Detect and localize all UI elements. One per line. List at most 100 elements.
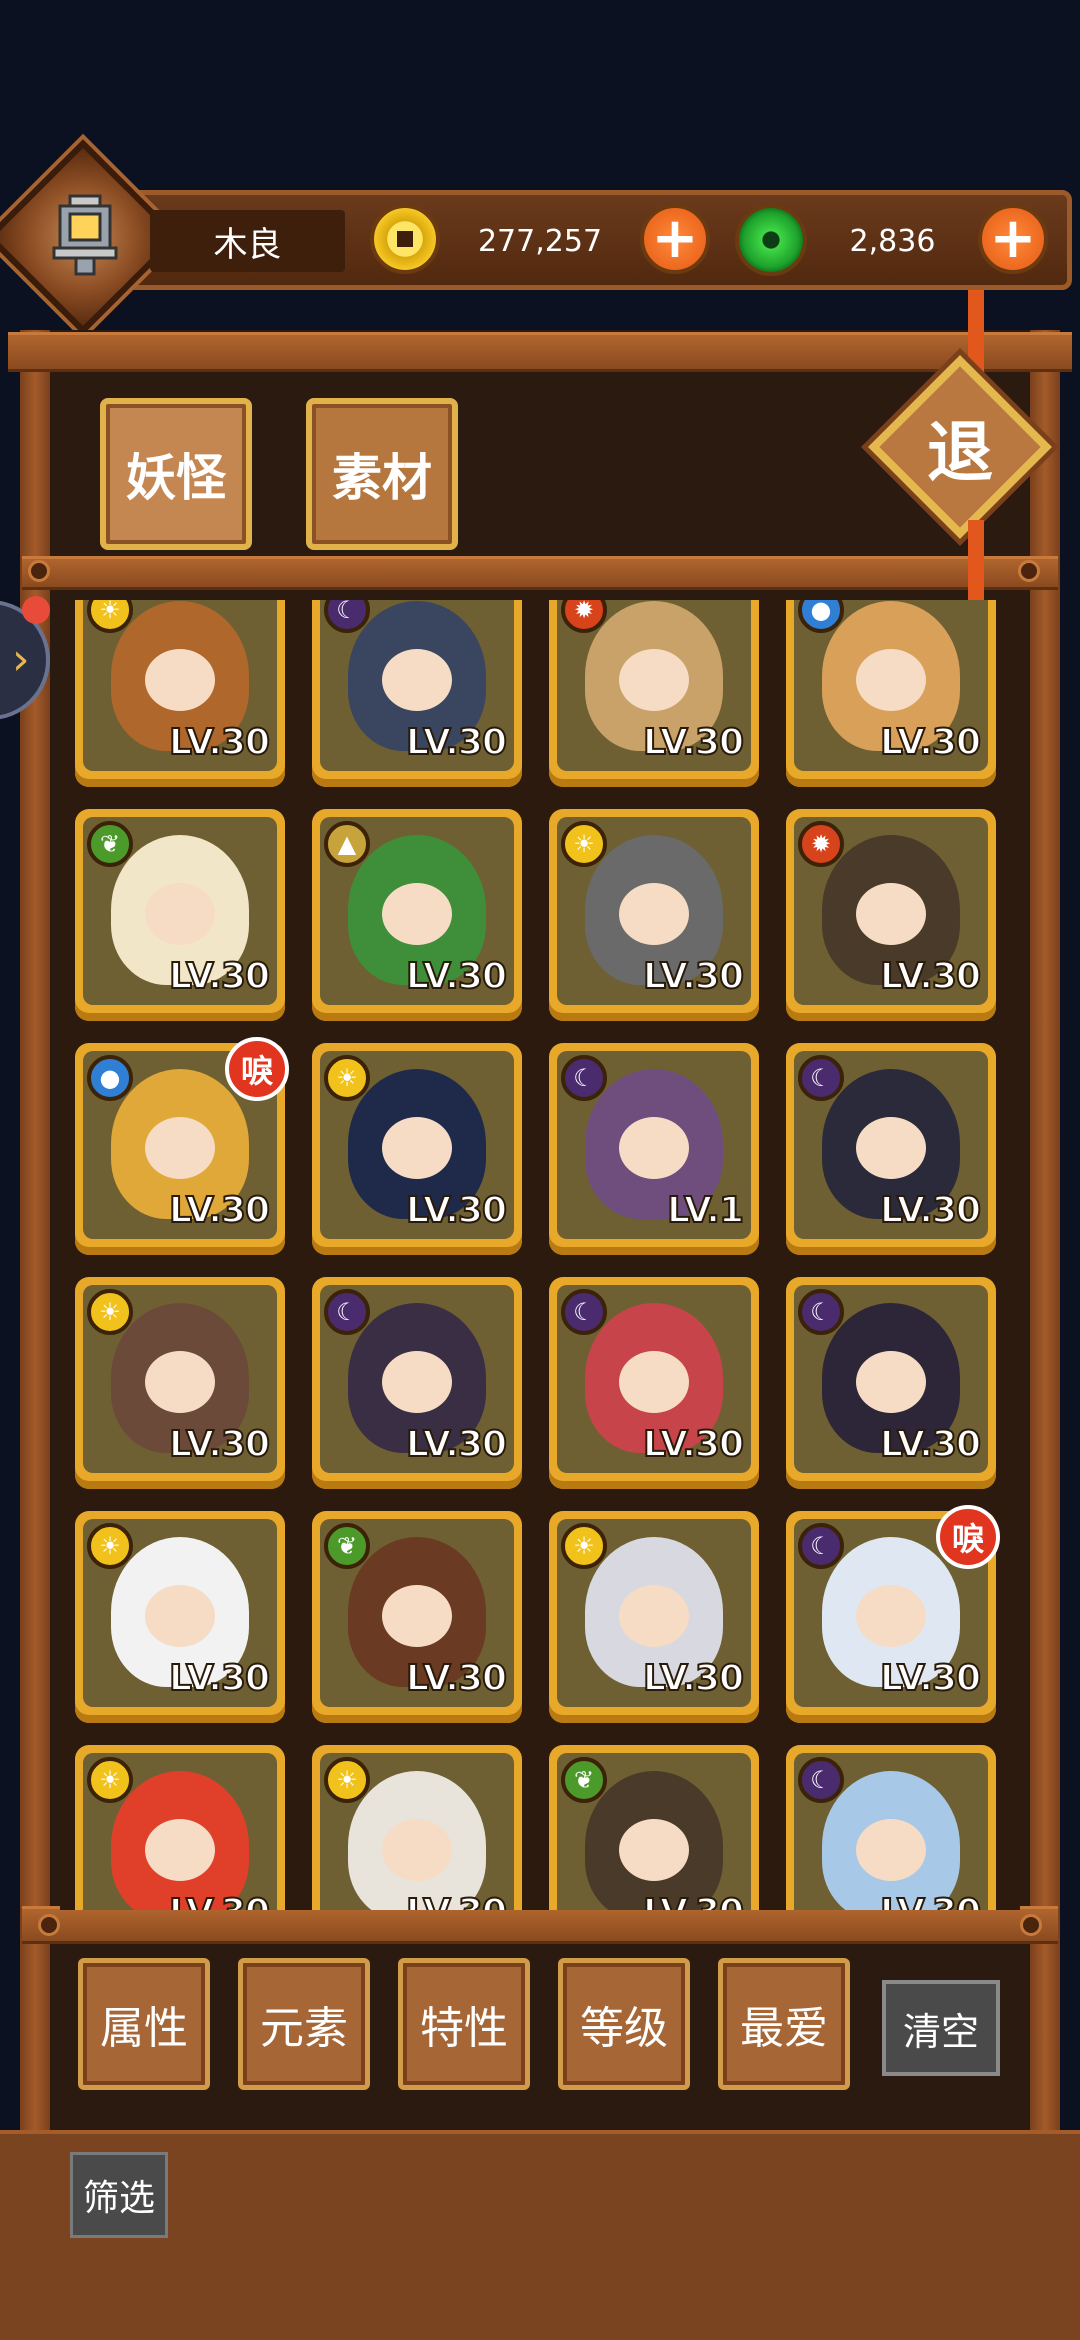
monster-level: LV.30 (642, 955, 745, 998)
moon-element-icon: ☾ (798, 1055, 844, 1101)
sun-element-icon: ☀ (324, 1757, 370, 1803)
monster-card[interactable]: ☀LV.30 (312, 1745, 522, 1910)
monster-card-inner: ☀LV.30 (83, 600, 277, 771)
monster-card[interactable]: ✹ LV.30 (549, 600, 759, 787)
filter-trait-button[interactable]: 特性 (398, 1958, 530, 2090)
monster-card-inner: ☾ LV.30 (794, 1753, 988, 1910)
add-jade-button[interactable]: + (978, 204, 1048, 274)
monster-portrait (822, 1771, 960, 1910)
monster-card-inner: ▲ LV.30 (320, 817, 514, 1005)
monster-card-inner: ✹ LV.30 (557, 600, 751, 771)
bolt (28, 560, 50, 582)
sun-element-icon: ☀ (324, 1055, 370, 1101)
monster-card-inner: ☾LV.30 (557, 1285, 751, 1473)
monster-level: LV.30 (879, 955, 982, 998)
monster-card-inner: ☀ LV.30 (320, 1051, 514, 1239)
monster-portrait (111, 1771, 249, 1910)
filter-favorite-button[interactable]: 最爱 (718, 1958, 850, 2090)
monster-level: LV.30 (405, 1189, 508, 1232)
monster-card-inner: ✹ LV.30 (794, 817, 988, 1005)
monster-level: LV.30 (879, 721, 982, 764)
player-name: 木良 (150, 210, 345, 272)
monster-card[interactable]: ● LV.30 唳 (75, 1037, 289, 1255)
sun-element-icon: ☀ (87, 1757, 133, 1803)
wood-element-icon: ❦ (87, 821, 133, 867)
fire-element-icon: ✹ (798, 821, 844, 867)
filter-element-button[interactable]: 元素 (238, 1958, 370, 2090)
monster-card[interactable]: ☀ LV.30 (312, 1043, 522, 1255)
monster-card-inner: ☾ LV.30 (794, 1051, 988, 1239)
add-coins-button[interactable]: + (640, 204, 710, 274)
new-badge: 唳 (936, 1505, 1000, 1569)
monster-level: LV.30 (879, 1657, 982, 1700)
monster-card[interactable]: ▲ LV.30 (312, 809, 522, 1021)
sun-element-icon: ☀ (87, 1523, 133, 1569)
monster-card-inner: ❦ LV.30 (83, 817, 277, 1005)
monster-card[interactable]: ☾ LV.1 (549, 1043, 759, 1255)
monster-card[interactable]: ● LV.30 (786, 600, 996, 787)
tab-monsters[interactable]: 妖怪 (100, 398, 252, 550)
monster-level: LV.30 (879, 1189, 982, 1232)
tab-materials[interactable]: 素材 (306, 398, 458, 550)
monster-level: LV.30 (642, 1891, 745, 1910)
monster-card[interactable]: ☀LV.30 (75, 1277, 285, 1489)
monster-card[interactable]: ☾ LV.30 唳 (786, 1505, 1000, 1723)
monster-level: LV.30 (168, 1189, 271, 1232)
monster-portrait (348, 1771, 486, 1910)
notification-dot (22, 596, 50, 624)
monster-card-inner: ☀LV.30 (557, 817, 751, 1005)
chevron-right-icon: › (12, 634, 30, 685)
monster-card[interactable]: ☾LV.30 (312, 600, 522, 787)
monster-card[interactable]: ☾ LV.30 (786, 1745, 996, 1910)
monster-level: LV.30 (168, 1891, 271, 1910)
sun-element-icon: ☀ (87, 1289, 133, 1335)
monster-card[interactable]: ☾LV.30 (549, 1277, 759, 1489)
exit-label: 退 (927, 414, 993, 491)
frame-beam-lower (22, 1906, 1058, 1944)
filter-attribute-button[interactable]: 属性 (78, 1958, 210, 2090)
filter-level-button[interactable]: 等级 (558, 1958, 690, 2090)
monster-card[interactable]: ✹ LV.30 (786, 809, 996, 1021)
sun-element-icon: ☀ (561, 1523, 607, 1569)
coin-icon (370, 204, 440, 274)
water-element-icon: ● (87, 1055, 133, 1101)
moon-element-icon: ☾ (798, 1757, 844, 1803)
monster-grid-viewport[interactable]: ☀ LV.30 ☾ LV.30 ✹ LV.30 ● LV.30 ❦ LV.30 ▲ LV.30 ☀ LV.… (60, 600, 1020, 1910)
frame-post-right (1030, 330, 1060, 2130)
jade-count: 2,836 (849, 223, 936, 259)
monster-card[interactable]: ☀ LV.30 (75, 1511, 285, 1723)
monster-level: LV.30 (168, 955, 271, 998)
monster-card-inner: ❦ LV.30 (557, 1753, 751, 1910)
clear-filter-button[interactable]: 清空 (882, 1980, 1000, 2076)
monster-level: LV.30 (879, 1891, 982, 1910)
monster-card[interactable]: ☀LV.30 (549, 809, 759, 1021)
moon-element-icon: ☾ (798, 1523, 844, 1569)
monster-card-inner: ☾LV.30 (320, 600, 514, 771)
monster-card[interactable]: ☀LV.30 (549, 1511, 759, 1723)
monster-card[interactable]: ❦ LV.30 (549, 1745, 759, 1910)
monster-card[interactable]: ☾ LV.30 (786, 1043, 996, 1255)
monster-card-inner: ☾LV.30 (320, 1285, 514, 1473)
monster-card-inner: ☀LV.30 (83, 1285, 277, 1473)
monster-card[interactable]: ☾LV.30 (312, 1277, 522, 1489)
monster-card-inner: ❦ LV.30 (320, 1519, 514, 1707)
monster-card-inner: ☀ LV.30 (83, 1753, 277, 1910)
monster-card-inner: ☀LV.30 (557, 1519, 751, 1707)
monster-level: LV.30 (642, 721, 745, 764)
wood-element-icon: ❦ (324, 1523, 370, 1569)
wood-element-icon: ❦ (561, 1757, 607, 1803)
earth-element-icon: ▲ (324, 821, 370, 867)
new-badge: 唳 (225, 1037, 289, 1101)
filter-toggle-button[interactable]: 筛选 (70, 2152, 168, 2238)
bolt (1020, 1914, 1042, 1936)
jade-icon (735, 204, 807, 276)
monster-card[interactable]: ☀LV.30 (75, 600, 285, 787)
monster-card[interactable]: ❦ LV.30 (312, 1511, 522, 1723)
monster-card[interactable]: ❦ LV.30 (75, 809, 285, 1021)
monster-level: LV.30 (168, 1657, 271, 1700)
monster-card[interactable]: ☀ LV.30 (75, 1745, 285, 1910)
moon-element-icon: ☾ (561, 1289, 607, 1335)
monster-card[interactable]: ☾LV.30 (786, 1277, 996, 1489)
monster-level: LV.30 (405, 1423, 508, 1466)
lantern-icon (52, 194, 118, 276)
